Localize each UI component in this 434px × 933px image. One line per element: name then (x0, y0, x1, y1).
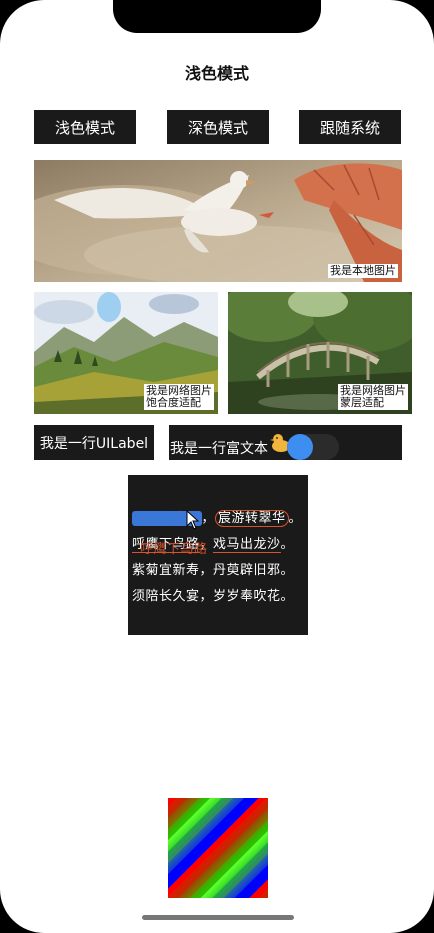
follow-system-button[interactable]: 跟随系统 (299, 110, 401, 144)
poem-box: 红旗漫卷风， 宸游转翠华。 呼鹰下鸟路，戏马出龙沙。 呼鹰下鸟路 紫菊宜新寿，丹萸… (128, 475, 308, 635)
toggle-knob (287, 434, 313, 460)
poem-period: 。 (280, 537, 295, 552)
page-title: 浅色模式 (184, 64, 249, 83)
uilabel-box: 我是一行UILabel (34, 425, 154, 460)
light-mode-button[interactable]: 浅色模式 (34, 110, 136, 144)
poem-line-3: 紫菊宜新寿，丹萸辟旧邪。 (132, 563, 295, 578)
network-image-saturation-caption: 我是网络图片 饱合度适配 (144, 384, 214, 410)
caption-line-2: 饱合度适配 (146, 396, 201, 409)
underlined-text-2[interactable]: 戏马出龙沙 (213, 537, 281, 553)
caption-line-2: 蒙层适配 (340, 396, 384, 409)
home-indicator[interactable] (142, 915, 294, 920)
poem-line-1: 红旗漫卷风， 宸游转翠华。 (132, 507, 303, 527)
toggle-switch[interactable] (287, 434, 339, 460)
network-image-saturation: 我是网络图片 饱合度适配 (34, 292, 218, 414)
overlay-red-text: 呼鹰下鸟路 (140, 542, 208, 557)
local-image-caption: 我是本地图片 (328, 264, 398, 278)
local-image: 我是本地图片 (34, 160, 402, 282)
notch (113, 0, 321, 33)
circled-text[interactable]: 宸游转翠华 (215, 510, 289, 527)
gradient-square (168, 798, 268, 898)
network-image-mask: 我是网络图片 蒙层适配 (228, 292, 412, 414)
dark-mode-button[interactable]: 深色模式 (167, 110, 269, 144)
poem-period: 。 (288, 511, 303, 526)
network-image-mask-caption: 我是网络图片 蒙层适配 (338, 384, 408, 410)
mouse-cursor-icon (186, 509, 200, 534)
poem-line-4: 须陪长久宴，岁岁奉吹花。 (132, 589, 295, 604)
poem-comma: ， (201, 511, 216, 526)
rich-text-label: 我是一行富文本 (170, 441, 268, 457)
rich-text-box: 我是一行富文本 (169, 425, 402, 460)
phone-screen: 浅色模式 浅色模式 深色模式 跟随系统 我是本地图片 我是网络图片 饱合度适配 … (0, 0, 434, 933)
